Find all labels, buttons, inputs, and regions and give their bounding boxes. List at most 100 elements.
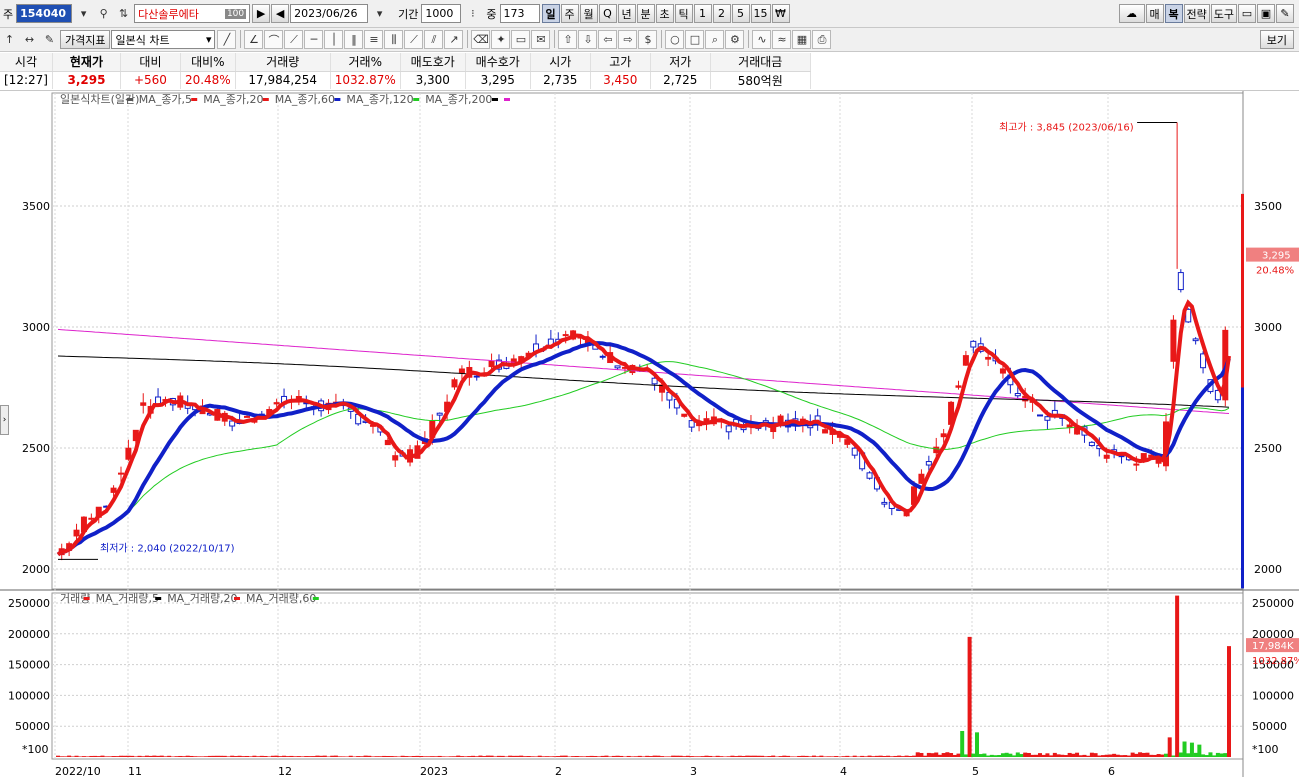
print-icon[interactable]: ⎙ xyxy=(812,30,832,49)
down-arrow-icon[interactable]: ⇩ xyxy=(578,30,598,49)
expand-arrows-icon[interactable]: ↔ xyxy=(20,30,39,49)
price-indicator-button[interactable]: 가격지표 xyxy=(60,30,111,49)
interval-button[interactable]: 5 xyxy=(731,4,750,23)
interval-button[interactable]: 초 xyxy=(655,4,674,23)
volume-bar xyxy=(419,756,424,757)
calendar-dropdown-icon[interactable]: ▾ xyxy=(370,4,389,23)
folder-open-icon[interactable]: ▭ xyxy=(1238,4,1256,23)
buy-button[interactable]: 매 xyxy=(1145,4,1164,23)
volume-bar xyxy=(489,755,494,757)
interval-button[interactable]: 월 xyxy=(579,4,598,23)
period-lines-icon[interactable]: ⫼ xyxy=(384,30,404,49)
interval-button[interactable]: 주 xyxy=(560,4,579,23)
volume-bar xyxy=(626,755,631,757)
vertical-line-icon[interactable]: │ xyxy=(324,30,344,49)
zoom-icon[interactable]: ⌕ xyxy=(705,30,725,49)
date-input[interactable]: 2023/06/26 xyxy=(290,4,369,23)
interval-button[interactable]: 15 xyxy=(750,4,771,23)
volume-bar xyxy=(804,755,809,757)
current-price-label: 3,295 xyxy=(1262,251,1291,262)
interval-button[interactable]: 틱 xyxy=(674,4,693,23)
volume-bar xyxy=(1045,753,1050,757)
comment-icon[interactable]: ✉ xyxy=(531,30,551,49)
interval-button[interactable]: Q xyxy=(598,4,617,23)
price-y-tick: 2500 xyxy=(22,442,50,455)
volume-bar xyxy=(93,755,98,757)
candle-body xyxy=(117,472,124,475)
x-axis-label: 5 xyxy=(972,765,979,777)
wrench-icon[interactable]: ✎ xyxy=(1276,4,1294,23)
circle-icon[interactable]: ○ xyxy=(665,30,685,49)
settings-icon[interactable]: ⚙ xyxy=(725,30,745,49)
gallery-icon[interactable]: ▦ xyxy=(792,30,812,49)
wave-multi-icon[interactable]: ≈ xyxy=(772,30,792,49)
grid-lines-icon[interactable]: ≡ xyxy=(364,30,384,49)
up-arrow-icon[interactable]: ⇧ xyxy=(558,30,578,49)
fill-rect-icon[interactable]: ▭ xyxy=(511,30,531,49)
cloud-icon[interactable]: ☁ xyxy=(1118,4,1145,23)
prev-button[interactable]: ◀ xyxy=(271,4,290,23)
trendline-icon[interactable]: ╱ xyxy=(217,30,237,49)
speed-line-icon[interactable]: ⟋ xyxy=(404,30,424,49)
interval-button[interactable]: 년 xyxy=(617,4,636,23)
multi-interval-button[interactable]: ₩ xyxy=(771,4,790,23)
volume-bar xyxy=(1227,646,1231,757)
candle-body xyxy=(1133,463,1140,466)
volume-bar xyxy=(337,756,342,757)
complex-button[interactable]: 복 xyxy=(1164,4,1183,23)
quote-header-cell: 저가 xyxy=(650,53,711,72)
volume-bar xyxy=(1164,753,1169,757)
interval-button[interactable]: 분 xyxy=(636,4,655,23)
candle-body xyxy=(1088,441,1095,447)
count-input[interactable]: 173 xyxy=(499,4,540,23)
candle-body xyxy=(243,415,250,418)
period-input[interactable]: 1000 xyxy=(421,4,462,23)
arc-icon[interactable]: ⌒ xyxy=(264,30,284,49)
volume-bar xyxy=(70,756,75,757)
candle-body xyxy=(881,501,888,505)
next-button[interactable]: ▶ xyxy=(252,4,271,23)
sort-icon[interactable]: ⇅ xyxy=(114,4,133,23)
right-arrow-icon[interactable]: ⇨ xyxy=(618,30,638,49)
chart-type-select[interactable]: 일본식 차트 ▾ xyxy=(111,30,216,49)
fan-line-icon[interactable]: ⟋ xyxy=(284,30,304,49)
volume-bar xyxy=(474,756,479,757)
volume-bar xyxy=(767,756,772,757)
volume-bar xyxy=(322,755,327,757)
wave-icon[interactable]: ∿ xyxy=(752,30,772,49)
edit-icon[interactable]: ✎ xyxy=(40,30,59,49)
candle-body xyxy=(1170,319,1177,362)
search-icon[interactable]: ⚲ xyxy=(94,4,113,23)
left-arrow-icon[interactable]: ⇦ xyxy=(598,30,618,49)
dropdown-arrow-icon[interactable]: ▾ xyxy=(74,4,93,23)
price-label-icon[interactable]: $ xyxy=(638,30,658,49)
view-button[interactable]: 보기 xyxy=(1259,30,1294,49)
angle-line-icon[interactable]: ∠ xyxy=(244,30,264,49)
candle-body xyxy=(962,355,969,366)
magic-icon[interactable]: ✦ xyxy=(491,30,511,49)
stock-name-field[interactable]: 다산솔루에타 100 xyxy=(134,4,251,23)
volume-bar xyxy=(667,756,672,757)
interval-button[interactable]: 2 xyxy=(712,4,731,23)
volume-bar xyxy=(233,756,238,757)
volume-bar xyxy=(522,756,527,757)
rectangle-icon[interactable]: □ xyxy=(685,30,705,49)
save-icon[interactable]: ▣ xyxy=(1257,4,1275,23)
up-arrow-icon[interactable]: ↑ xyxy=(0,30,19,49)
volume-bar xyxy=(441,756,446,757)
stepper-icon[interactable]: ⁝ xyxy=(463,4,482,23)
horizontal-line-icon[interactable]: ─ xyxy=(304,30,324,49)
interval-button[interactable]: 일 xyxy=(541,4,560,23)
volume-bar xyxy=(900,756,905,757)
tools-button[interactable]: 도구 xyxy=(1210,4,1237,23)
parallel-channel-icon[interactable]: ⫽ xyxy=(424,30,444,49)
volume-bar xyxy=(685,755,690,757)
interval-button[interactable]: 1 xyxy=(693,4,712,23)
extension-line-icon[interactable]: ↗ xyxy=(444,30,464,49)
price-legend-item: MA_종가,20 xyxy=(203,93,263,106)
strategy-button[interactable]: 전략 xyxy=(1183,4,1210,23)
candle-body xyxy=(392,455,399,461)
multi-vertical-icon[interactable]: ‖ xyxy=(344,30,364,49)
eraser-icon[interactable]: ⌫ xyxy=(471,30,491,49)
stock-code-input[interactable]: 154040 xyxy=(16,4,73,23)
